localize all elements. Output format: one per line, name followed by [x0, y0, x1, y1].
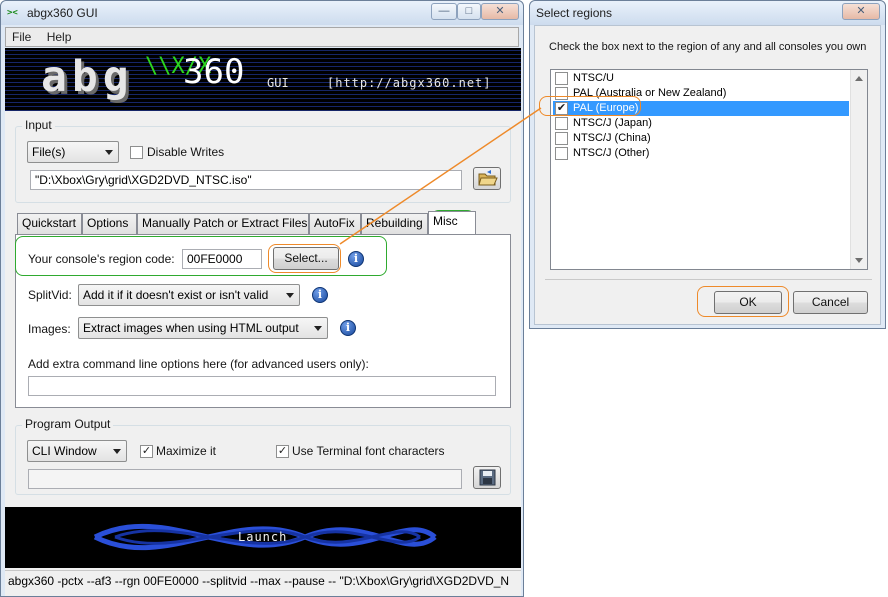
dialog-separator [545, 279, 872, 280]
output-mode-combo[interactable]: CLI Window [27, 440, 127, 462]
region-checkbox[interactable] [555, 87, 568, 100]
program-output-group: Program Output CLI Window ✓ Maximize it … [15, 417, 511, 495]
output-path-field[interactable] [28, 469, 462, 489]
region-row-ntsc-j-china[interactable]: NTSC/J (China) [553, 131, 849, 146]
region-checkbox[interactable] [555, 132, 568, 145]
region-code-field[interactable]: 00FE0000 [182, 249, 262, 269]
dialog-close-button[interactable]: ✕ [842, 3, 880, 20]
program-output-label: Program Output [22, 417, 114, 431]
chevron-down-icon [286, 293, 294, 298]
menu-file[interactable]: File [6, 28, 37, 46]
scroll-down-icon[interactable] [855, 258, 863, 263]
save-output-button[interactable] [473, 466, 501, 489]
source-type-combo[interactable]: File(s) [27, 141, 119, 163]
region-label: PAL (Europe) [573, 102, 639, 114]
chevron-down-icon [113, 449, 121, 454]
images-label: Images: [28, 322, 71, 336]
input-path-field[interactable]: "D:\Xbox\Gry\grid\XGD2DVD_NTSC.iso" [30, 170, 462, 190]
region-row-ntsc-j-other[interactable]: NTSC/J (Other) [553, 146, 849, 161]
banner-gui: GUI [267, 76, 289, 90]
maximize-checkbox[interactable]: ✓ [140, 445, 153, 458]
menu-help[interactable]: Help [41, 28, 78, 46]
extra-options-field[interactable] [28, 376, 496, 396]
region-row-ntsc-u[interactable]: NTSC/U [553, 71, 849, 86]
region-label: NTSC/J (Other) [573, 147, 650, 159]
output-mode-value: CLI Window [32, 444, 97, 458]
region-row-ntsc-j-japan[interactable]: NTSC/J (Japan) [553, 116, 849, 131]
region-label: PAL (Australia or New Zealand) [573, 87, 727, 99]
main-titlebar[interactable]: >< abgx360 GUI — □ ✕ [1, 1, 523, 25]
dialog-titlebar[interactable]: Select regions ✕ [530, 1, 885, 25]
info-icon[interactable]: i [348, 251, 364, 267]
region-row-pal-australia[interactable]: PAL (Australia or New Zealand) [553, 86, 849, 101]
regions-scrollbar[interactable] [850, 70, 867, 269]
banner-url: [http://abgx360.net] [327, 76, 492, 90]
splitvid-value: Add it if it doesn't exist or isn't vali… [83, 288, 269, 302]
select-regions-button[interactable]: Select... [273, 247, 339, 270]
abgx360-banner: abg \\X/X 360 GUI [http://abgx360.net] [5, 48, 521, 111]
dialog-instruction: Check the box next to the region of any … [549, 41, 867, 53]
terminal-font-label[interactable]: Use Terminal font characters [292, 444, 445, 458]
chevron-down-icon [105, 150, 113, 155]
tab-quickstart[interactable]: Quickstart [17, 213, 82, 234]
banner-logo: abg [41, 52, 134, 102]
misc-tab-panel: Your console's region code: 00FE0000 Sel… [15, 234, 511, 408]
splitvid-label: SplitVid: [28, 288, 72, 302]
select-regions-dialog: Select regions ✕ Check the box next to t… [529, 0, 886, 329]
disable-writes-checkbox[interactable] [130, 146, 143, 159]
window-title: abgx360 GUI [27, 6, 98, 20]
abgx-icon: >< [7, 8, 18, 18]
region-checkbox[interactable]: ✔ [555, 102, 568, 115]
browse-button[interactable] [473, 167, 501, 190]
close-button[interactable]: ✕ [481, 3, 519, 20]
cancel-button[interactable]: Cancel [793, 291, 868, 314]
info-icon[interactable]: i [340, 320, 356, 336]
chevron-down-icon [314, 326, 322, 331]
dialog-client-area: Check the box next to the region of any … [534, 25, 881, 325]
ok-button[interactable]: OK [714, 291, 782, 314]
tab-rebuilding[interactable]: Rebuilding [361, 213, 428, 234]
region-checkbox[interactable] [555, 147, 568, 160]
tab-misc[interactable]: Misc [428, 211, 476, 234]
input-group: Input File(s) Disable Writes "D:\Xbox\Gr… [15, 118, 511, 203]
info-icon[interactable]: i [312, 287, 328, 303]
floppy-disk-icon [479, 469, 496, 486]
region-label: NTSC/J (Japan) [573, 117, 652, 129]
main-window: >< abgx360 GUI — □ ✕ File Help abg \\X/X… [0, 0, 524, 597]
command-line-status: abgx360 -pctx --af3 --rgn 00FE0000 --spl… [5, 570, 521, 592]
minimize-button[interactable]: — [431, 3, 457, 20]
disable-writes-label[interactable]: Disable Writes [147, 145, 224, 159]
tab-strip: Quickstart Options Manually Patch or Ext… [15, 211, 511, 235]
launch-button[interactable]: Launch [5, 507, 521, 568]
maximize-button[interactable]: □ [457, 3, 481, 20]
source-type-value: File(s) [32, 145, 66, 159]
banner-logo-360: 360 [183, 52, 245, 92]
splitvid-combo[interactable]: Add it if it doesn't exist or isn't vali… [78, 284, 300, 306]
dialog-title: Select regions [536, 6, 613, 20]
main-client-area: abg \\X/X 360 GUI [http://abgx360.net] I… [5, 48, 521, 596]
menu-bar: File Help [5, 27, 519, 47]
tab-autofix[interactable]: AutoFix [309, 213, 361, 234]
launch-label: Launch [238, 530, 288, 544]
maximize-label[interactable]: Maximize it [156, 444, 216, 458]
region-checkbox[interactable] [555, 72, 568, 85]
terminal-font-checkbox[interactable]: ✓ [276, 445, 289, 458]
region-row-pal-europe[interactable]: ✔ PAL (Europe) [553, 101, 849, 116]
scroll-up-icon[interactable] [855, 76, 863, 81]
extra-options-label: Add extra command line options here (for… [28, 357, 369, 371]
tab-manually-patch[interactable]: Manually Patch or Extract Files [137, 213, 309, 234]
images-combo[interactable]: Extract images when using HTML output [78, 317, 328, 339]
region-code-label: Your console's region code: [28, 252, 175, 266]
images-value: Extract images when using HTML output [83, 321, 299, 335]
input-group-label: Input [22, 118, 55, 132]
tab-options[interactable]: Options [82, 213, 137, 234]
region-checkbox[interactable] [555, 117, 568, 130]
folder-open-icon [478, 170, 498, 186]
region-label: NTSC/U [573, 72, 614, 84]
regions-listbox[interactable]: NTSC/U PAL (Australia or New Zealand) ✔ … [550, 69, 868, 270]
region-label: NTSC/J (China) [573, 132, 651, 144]
